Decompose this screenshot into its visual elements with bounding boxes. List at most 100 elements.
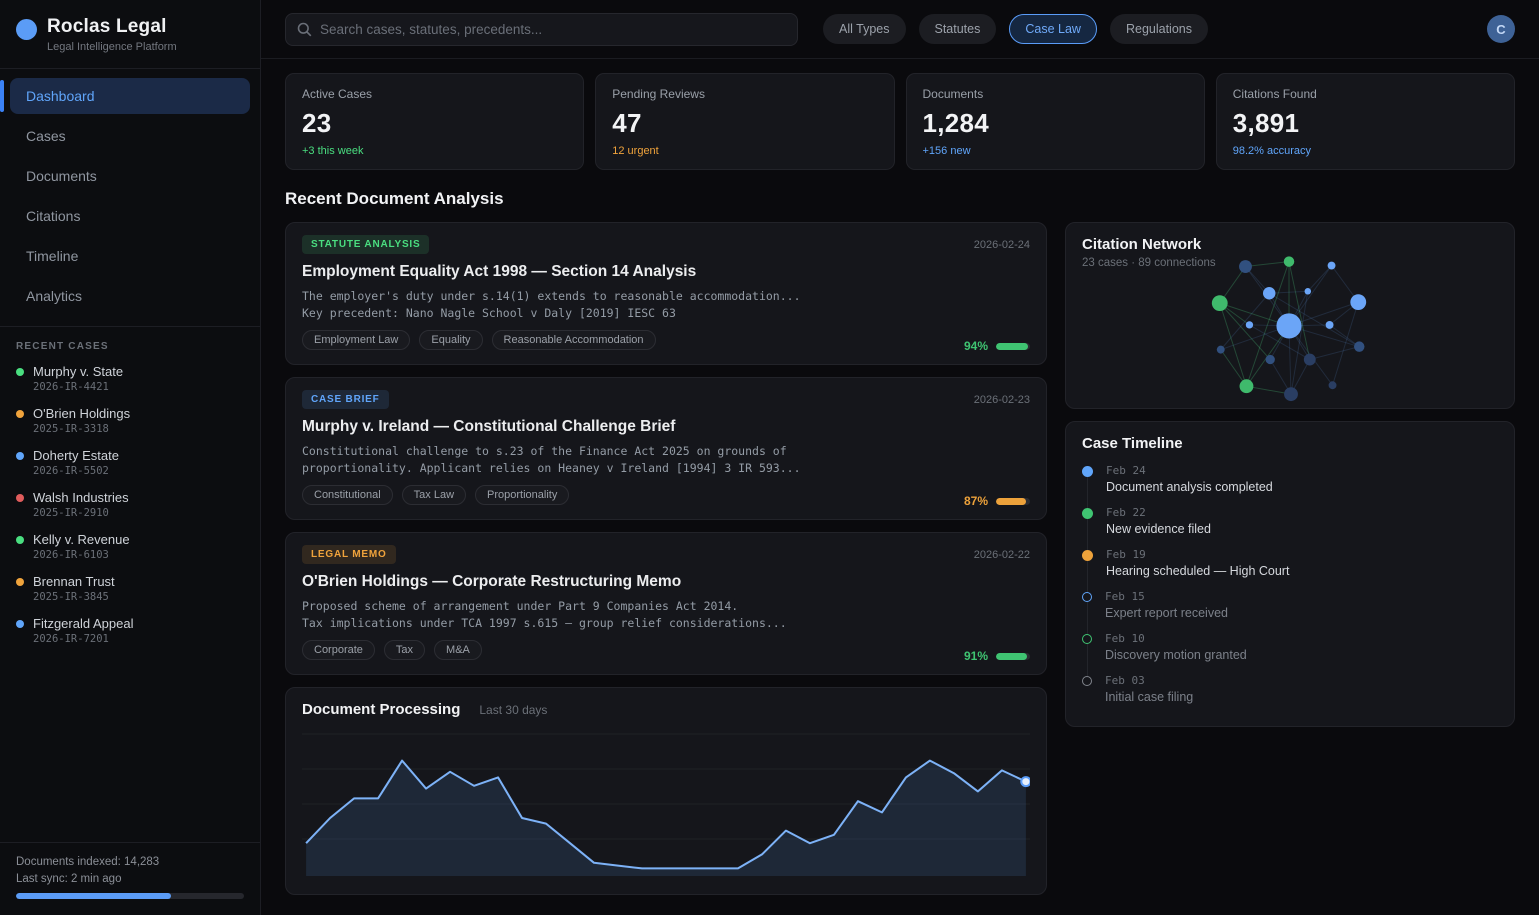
case-status-dot (16, 620, 24, 628)
sidebar-nav: Dashboard Cases Documents Citations Time… (0, 69, 260, 327)
confidence-value: 94% (964, 339, 988, 353)
confidence-bar-fill (996, 653, 1027, 660)
filter-group: All Types Statutes Case Law Regulations (823, 14, 1208, 44)
doc-tag[interactable]: Equality (419, 330, 482, 350)
stats-row: Active Cases 23 +3 this week Pending Rev… (285, 73, 1515, 170)
nav-item-label: Analytics (26, 288, 82, 304)
timeline-date: Feb 24 (1106, 464, 1273, 477)
stat-delta: 98.2% accuracy (1233, 145, 1498, 157)
stat-label: Citations Found (1233, 87, 1498, 101)
stat-delta: 12 urgent (612, 145, 877, 157)
doc-type-badge: STATUTE ANALYSIS (302, 235, 429, 254)
search-box[interactable] (285, 13, 798, 46)
case-name: O'Brien Holdings (33, 406, 130, 421)
timeline-event: Feb 22 New evidence filed (1082, 506, 1498, 536)
analysis-card[interactable]: STATUTE ANALYSIS 2026-02-24 Employment E… (285, 222, 1047, 365)
network-node (1212, 295, 1228, 311)
sidebar-item-citations[interactable]: Citations (10, 198, 250, 234)
network-node (1326, 321, 1334, 329)
doc-date: 2026-02-23 (974, 394, 1030, 406)
timeline-label: New evidence filed (1106, 522, 1211, 536)
confidence-indicator: 94% (964, 339, 1030, 353)
network-node (1305, 288, 1312, 295)
case-status-dot (16, 410, 24, 418)
recent-case-item[interactable]: O'Brien Holdings 2025-IR-3318 (16, 406, 244, 435)
stat-label: Documents (923, 87, 1188, 101)
user-avatar[interactable]: C (1487, 15, 1515, 43)
sidebar-item-cases[interactable]: Cases (10, 118, 250, 154)
sidebar-item-documents[interactable]: Documents (10, 158, 250, 194)
sidebar: Roclas Legal Legal Intelligence Platform… (0, 0, 261, 915)
network-node (1266, 355, 1275, 364)
filter-button-statutes[interactable]: Statutes (919, 14, 997, 44)
recent-cases-list: Murphy v. State 2026-IR-4421 O'Brien Hol… (16, 364, 244, 645)
stat-card: Active Cases 23 +3 this week (285, 73, 584, 170)
doc-tags: Constitutional Tax Law Proportionality (302, 485, 1030, 505)
case-id: 2026-IR-5502 (33, 465, 119, 477)
stat-card: Documents 1,284 +156 new (906, 73, 1205, 170)
logo-icon (16, 19, 37, 40)
active-nav-accent (0, 80, 4, 112)
case-id: 2026-IR-6103 (33, 549, 130, 561)
sidebar-item-dashboard[interactable]: Dashboard (10, 78, 250, 114)
doc-tags: Employment Law Equality Reasonable Accommo… (302, 330, 1030, 350)
chart-last-point-marker (1021, 777, 1030, 786)
doc-tag[interactable]: Corporate (302, 640, 375, 660)
timeline-label: Document analysis completed (1106, 480, 1273, 494)
topbar: All Types Statutes Case Law Regulations C (261, 0, 1539, 59)
recent-case-item[interactable]: Brennan Trust 2025-IR-3845 (16, 574, 244, 603)
doc-summary: Proposed scheme of arrangement under Par… (302, 598, 1030, 631)
timeline-dot (1082, 676, 1092, 686)
recent-case-item[interactable]: Walsh Industries 2025-IR-2910 (16, 490, 244, 519)
sidebar-item-timeline[interactable]: Timeline (10, 238, 250, 274)
timeline-event: Feb 19 Hearing scheduled — High Court (1082, 548, 1498, 578)
app-name: Roclas Legal (47, 16, 177, 38)
confidence-indicator: 91% (964, 649, 1030, 663)
timeline-date: Feb 19 (1106, 548, 1289, 561)
timeline-event: Feb 03 Initial case filing (1082, 674, 1498, 704)
documents-indexed-text: Documents indexed: 14,283 (16, 856, 244, 868)
doc-tag[interactable]: Employment Law (302, 330, 410, 350)
processing-area-chart (302, 724, 1030, 884)
case-name: Kelly v. Revenue (33, 532, 130, 547)
stat-card: Pending Reviews 47 12 urgent (595, 73, 894, 170)
doc-type-badge: CASE BRIEF (302, 390, 389, 409)
filter-button-all-types[interactable]: All Types (823, 14, 906, 44)
last-sync-text: Last sync: 2 min ago (16, 873, 244, 885)
timeline-event: Feb 24 Document analysis completed (1082, 464, 1498, 494)
case-name: Doherty Estate (33, 448, 119, 463)
case-timeline-panel: Case Timeline Feb 24 Document analysis c… (1065, 421, 1515, 727)
citation-network-panel: Citation Network 23 cases · 89 connectio… (1065, 222, 1515, 409)
document-processing-card: Document Processing Last 30 days (285, 687, 1047, 895)
doc-tag[interactable]: Constitutional (302, 485, 393, 505)
timeline-dot (1082, 550, 1093, 561)
analysis-column: STATUTE ANALYSIS 2026-02-24 Employment E… (285, 222, 1047, 895)
network-node (1276, 313, 1301, 338)
recent-case-item[interactable]: Doherty Estate 2026-IR-5502 (16, 448, 244, 477)
sidebar-item-analytics[interactable]: Analytics (10, 278, 250, 314)
analysis-card[interactable]: CASE BRIEF 2026-02-23 Murphy v. Ireland … (285, 377, 1047, 520)
timeline-list: Feb 24 Document analysis completed Feb 2… (1082, 464, 1498, 704)
timeline-date: Feb 22 (1106, 506, 1211, 519)
recent-case-item[interactable]: Kelly v. Revenue 2026-IR-6103 (16, 532, 244, 561)
app-logo: Roclas Legal Legal Intelligence Platform (0, 0, 260, 69)
recent-case-item[interactable]: Fitzgerald Appeal 2026-IR-7201 (16, 616, 244, 645)
filter-button-regulations[interactable]: Regulations (1110, 14, 1208, 44)
network-node (1329, 381, 1337, 389)
doc-tag[interactable]: M&A (434, 640, 482, 660)
doc-tag[interactable]: Tax (384, 640, 425, 660)
citation-network-subtitle: 23 cases · 89 connections (1082, 257, 1498, 269)
search-input[interactable] (320, 22, 786, 37)
timeline-dot (1082, 592, 1092, 602)
dashboard-content: Active Cases 23 +3 this week Pending Rev… (261, 59, 1539, 915)
network-node (1263, 287, 1275, 299)
stat-label: Pending Reviews (612, 87, 877, 101)
doc-tag[interactable]: Tax Law (402, 485, 466, 505)
filter-button-case-law[interactable]: Case Law (1009, 14, 1097, 44)
doc-tag[interactable]: Reasonable Accommodation (492, 330, 656, 350)
doc-tag[interactable]: Proportionality (475, 485, 569, 505)
analysis-card-list: STATUTE ANALYSIS 2026-02-24 Employment E… (285, 222, 1047, 675)
recent-case-item[interactable]: Murphy v. State 2026-IR-4421 (16, 364, 244, 393)
analysis-card[interactable]: LEGAL MEMO 2026-02-22 O'Brien Holdings —… (285, 532, 1047, 675)
confidence-indicator: 87% (964, 494, 1030, 508)
